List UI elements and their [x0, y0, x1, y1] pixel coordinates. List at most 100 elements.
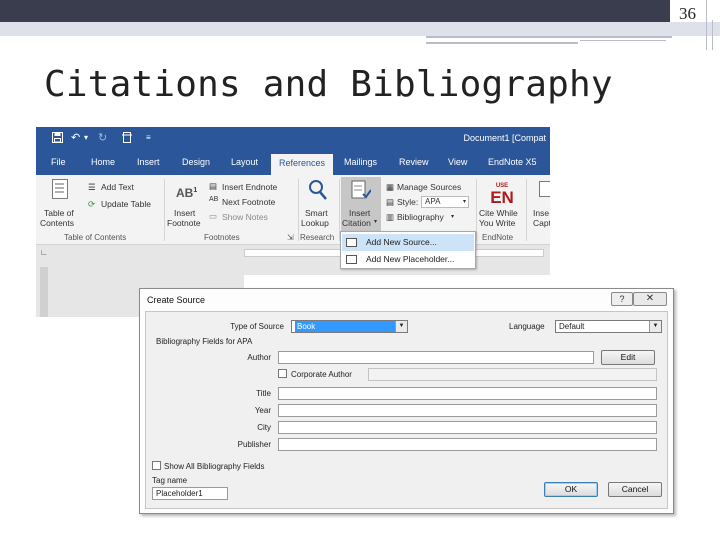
insert-citation-label: Insert [349, 208, 371, 218]
corporate-author-field[interactable] [368, 368, 657, 381]
corporate-author-checkbox[interactable] [278, 369, 287, 378]
dialog-launcher-icon[interactable]: ⇲ [287, 233, 294, 242]
chevron-down-icon: ▾ [374, 219, 378, 225]
bibliography-icon[interactable]: ▥ [386, 212, 394, 223]
tab-insert[interactable]: Insert [137, 157, 160, 167]
edit-author-button[interactable]: Edit [601, 350, 655, 365]
next-footnote-button[interactable]: Next Footnote [222, 197, 275, 207]
dialog-body: Type of Source Book ▼ Language Default ▼… [145, 311, 668, 509]
smart-lookup-icon[interactable] [308, 179, 328, 206]
update-table-icon[interactable]: ⟳ [88, 199, 95, 210]
close-button[interactable]: ✕ [633, 292, 667, 306]
add-text-button[interactable]: Add Text [101, 182, 134, 192]
insert-citation-button[interactable]: Insert Citation ▾ [341, 177, 381, 232]
style-icon: ▤ [386, 197, 395, 207]
type-of-source-select[interactable]: Book ▼ [291, 320, 408, 333]
tab-endnote[interactable]: EndNote X5 [488, 157, 537, 167]
undo-icon[interactable]: ↶ [71, 132, 80, 144]
insert-endnote-button[interactable]: Insert Endnote [222, 182, 277, 192]
ok-button[interactable]: OK [544, 482, 598, 497]
tab-references[interactable]: References [271, 154, 334, 175]
city-field[interactable] [278, 421, 657, 434]
manage-sources-button[interactable]: Manage Sources [397, 182, 461, 192]
insert-footnote-icon[interactable]: AB1 [176, 186, 197, 200]
style-value: APA [425, 197, 441, 206]
print-preview-icon[interactable] [122, 132, 133, 146]
tab-layout[interactable]: Layout [231, 157, 258, 167]
undo-dropdown-icon[interactable]: ▾ [84, 132, 88, 144]
bibliography-button[interactable]: Bibliography [397, 212, 444, 222]
title-field[interactable] [278, 387, 657, 400]
ribbon-tab-bar: File Home Insert Design Layout Reference… [36, 151, 550, 175]
save-icon[interactable] [52, 132, 63, 146]
cite-while-you-write-label[interactable]: Cite While [479, 208, 518, 218]
cancel-button[interactable]: Cancel [608, 482, 662, 497]
chevron-down-icon: ▾ [451, 214, 455, 220]
group-label-footnotes: Footnotes [204, 233, 240, 242]
endnote-logo-icon[interactable]: USE EN [487, 183, 517, 207]
year-label: Year [254, 406, 271, 415]
help-button[interactable]: ? [611, 292, 633, 306]
style-select[interactable]: APA ▾ [421, 196, 469, 208]
group-label-toc: Table of Contents [64, 233, 127, 242]
menu-item-label: Add New Source... [366, 237, 437, 247]
insert-endnote-icon[interactable]: ▤ [209, 181, 217, 192]
tab-file[interactable]: File [51, 157, 66, 167]
insert-caption-label[interactable]: Inse [533, 208, 549, 218]
show-notes-button[interactable]: Show Notes [222, 212, 268, 222]
insert-citation-menu: Add New Source... Add New Placeholder... [340, 231, 476, 269]
group-label-endnote: EndNote [482, 233, 514, 242]
show-all-fields-label: Show All Bibliography Fields [164, 462, 265, 471]
create-source-dialog: Create Source ? ✕ Type of Source Book ▼ … [139, 288, 674, 514]
tab-mailings[interactable]: Mailings [344, 157, 377, 167]
tab-design[interactable]: Design [182, 157, 210, 167]
year-field[interactable] [278, 404, 657, 417]
publisher-field[interactable] [278, 438, 657, 451]
corporate-author-label: Corporate Author [291, 370, 352, 379]
endnote-logo-text: EN [490, 188, 514, 207]
style-label: Style: [397, 197, 419, 207]
menu-item-add-new-source[interactable]: Add New Source... [342, 234, 474, 251]
decorative-line [426, 36, 672, 38]
language-value: Default [559, 322, 585, 331]
chevron-down-icon: ▼ [395, 321, 407, 332]
table-of-contents-icon [52, 179, 68, 199]
author-field[interactable] [278, 351, 594, 364]
tab-view[interactable]: View [448, 157, 467, 167]
show-all-fields-checkbox[interactable] [152, 461, 161, 470]
insert-footnote-label[interactable]: Insert [174, 208, 195, 218]
tab-home[interactable]: Home [91, 157, 115, 167]
tab-review[interactable]: Review [399, 157, 429, 167]
language-label: Language [509, 322, 545, 331]
type-of-source-value: Book [295, 321, 407, 332]
insert-caption-label-2[interactable]: Capti [533, 218, 550, 228]
add-text-icon[interactable]: ☰ [88, 182, 96, 193]
insert-footnote-label-2[interactable]: Footnote [167, 218, 201, 228]
customize-toolbar-icon[interactable]: ≡ [146, 132, 151, 144]
group-separator [164, 179, 165, 241]
group-separator [526, 179, 527, 241]
tab-stop-icon[interactable]: ∟ [40, 248, 48, 257]
smart-lookup-label-2[interactable]: Lookup [301, 218, 329, 228]
manage-sources-icon[interactable]: ▦ [386, 182, 394, 193]
fields-header: Bibliography Fields for APA [156, 337, 253, 346]
redo-icon[interactable]: ↻ [98, 132, 107, 144]
insert-citation-icon [351, 180, 372, 207]
insert-caption-icon[interactable] [539, 181, 550, 197]
title-label: Title [256, 389, 271, 398]
table-of-contents-label-2[interactable]: Contents [40, 218, 74, 228]
dialog-title: Create Source [147, 295, 206, 305]
table-of-contents-label[interactable]: Table of [44, 208, 74, 218]
document-title: Document1 [Compat [463, 133, 546, 143]
menu-item-add-new-placeholder[interactable]: Add New Placeholder... [342, 251, 474, 268]
chevron-down-icon: ▼ [649, 321, 661, 332]
update-table-button[interactable]: Update Table [101, 199, 151, 209]
cite-while-you-write-label-2[interactable]: You Write [479, 218, 515, 228]
slide-top-bar [0, 0, 670, 22]
smart-lookup-label[interactable]: Smart [305, 208, 328, 218]
tag-name-field[interactable]: Placeholder1 [152, 487, 228, 500]
language-select[interactable]: Default ▼ [555, 320, 662, 333]
show-notes-icon[interactable]: ▭ [209, 211, 217, 222]
next-footnote-icon[interactable]: AB [209, 196, 218, 203]
group-label-research: Research [300, 233, 335, 242]
